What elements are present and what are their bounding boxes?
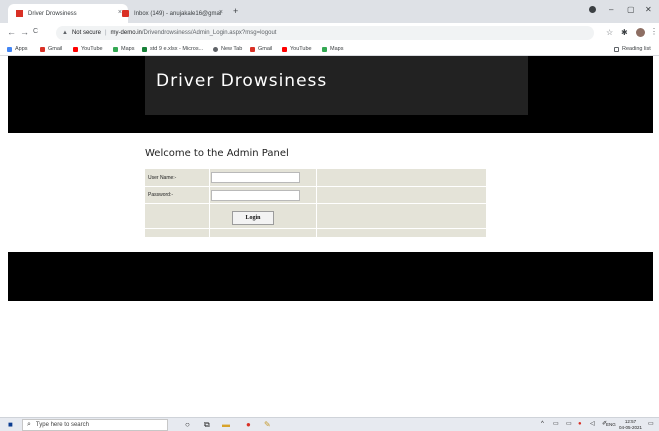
url-host: my-demo.in — [110, 30, 142, 36]
security-status: Not secure — [71, 30, 101, 36]
file-explorer-icon[interactable]: ▬ — [222, 420, 230, 429]
tray-app-icon[interactable]: ● — [578, 420, 582, 429]
new-tab-button[interactable]: + — [233, 6, 238, 16]
page-content: Driver Drowsiness Welcome to the Admin P… — [8, 56, 653, 418]
site-title: Driver Drowsiness — [156, 71, 328, 91]
search-icon: ⌕ — [27, 421, 31, 428]
bookmark-maps-2[interactable]: Maps — [322, 46, 343, 52]
browser-toolbar: ← → C ▲ Not secure | my-demo.in /Drivend… — [0, 23, 659, 43]
volume-icon[interactable]: ◁ — [590, 420, 595, 429]
bookmark-maps[interactable]: Maps — [113, 46, 134, 52]
notifications-icon[interactable]: ▭ — [648, 420, 654, 429]
site-footer — [8, 252, 653, 301]
tray-battery-icon[interactable]: ▭ — [566, 420, 572, 429]
youtube-icon — [282, 46, 287, 52]
excel-icon — [142, 46, 147, 52]
bookmark-gmail[interactable]: Gmail — [40, 46, 62, 52]
tray-chevron-icon[interactable]: ^ — [541, 420, 544, 429]
bookmark-gmail-2[interactable]: Gmail — [250, 46, 272, 52]
apps-grid-icon — [7, 46, 12, 52]
forward-button[interactable]: → — [20, 27, 29, 37]
site-favicon-icon — [16, 10, 23, 17]
back-button[interactable]: ← — [7, 27, 16, 37]
login-button[interactable]: Login — [232, 211, 274, 225]
bookmark-youtube-2[interactable]: YouTube — [282, 46, 312, 52]
username-label: User Name:- — [148, 175, 177, 181]
username-input[interactable] — [211, 172, 300, 183]
windows-start-icon[interactable]: ■ — [8, 420, 13, 429]
login-form: User Name:- Password:- Login — [145, 169, 486, 237]
tab-driver-drowsiness[interactable]: Driver Drowsiness × — [8, 4, 128, 23]
gmail-icon — [40, 46, 45, 52]
taskbar-clock[interactable]: 12:57 04-05-2021 — [619, 419, 642, 430]
bookmark-youtube[interactable]: YouTube — [73, 46, 103, 52]
search-placeholder: Type here to search — [35, 422, 89, 428]
tray-network-icon[interactable]: ▭ — [553, 420, 559, 429]
task-view-icon[interactable]: ⧉ — [204, 420, 210, 429]
bookmarks-bar: Apps Gmail YouTube Maps std 9 e.xlsx - M… — [0, 43, 659, 56]
minimize-button[interactable]: – — [609, 5, 613, 14]
maps-pin-icon — [322, 46, 327, 52]
tab-close-icon[interactable]: × — [219, 9, 223, 16]
bookmark-new-tab[interactable]: New Tab — [213, 46, 242, 52]
gmail-icon — [250, 46, 255, 52]
reload-button[interactable]: C — [33, 28, 38, 35]
globe-icon — [213, 46, 218, 52]
bookmark-star-icon[interactable]: ☆ — [606, 28, 613, 37]
language-indicator[interactable]: ENG — [606, 422, 616, 427]
password-input[interactable] — [211, 190, 300, 201]
welcome-heading: Welcome to the Admin Panel — [145, 148, 289, 159]
cortana-icon[interactable]: ○ — [185, 420, 190, 429]
reading-list-button[interactable]: Reading list — [614, 46, 651, 52]
avatar[interactable] — [636, 28, 645, 37]
close-window-button[interactable]: ✕ — [645, 5, 652, 14]
youtube-icon — [73, 46, 78, 52]
password-label: Password:- — [148, 192, 174, 198]
profile-icon[interactable] — [589, 6, 596, 13]
app-icon[interactable]: ✎ — [264, 420, 271, 429]
clock-date: 04-05-2021 — [619, 424, 643, 430]
bookmark-apps[interactable]: Apps — [7, 46, 28, 52]
site-header: Driver Drowsiness — [8, 56, 653, 133]
bookmark-excel[interactable]: std 9 e.xlsx - Micros... — [142, 46, 203, 52]
chrome-icon[interactable]: ● — [246, 420, 251, 429]
tab-title: Inbox (149) - anujakale16@gmai — [134, 10, 222, 17]
extensions-icon[interactable]: ✱ — [621, 28, 628, 37]
reading-list-icon — [614, 46, 619, 52]
menu-icon[interactable]: ⋮ — [650, 27, 658, 36]
tab-gmail-inbox[interactable]: Inbox (149) - anujakale16@gmai × — [112, 4, 229, 23]
maps-pin-icon — [113, 46, 118, 52]
windows-taskbar: ■ ⌕ Type here to search ○ ⧉ ▬ ● ✎ ^ ▭ ▭ … — [0, 417, 659, 431]
address-bar[interactable]: ▲ Not secure | my-demo.in /Drivendrowsin… — [56, 26, 594, 40]
url-path: /Drivendrowsiness/Admin_Login.aspx?msg=l… — [141, 30, 277, 36]
warning-icon: ▲ — [62, 30, 68, 36]
taskbar-search[interactable]: ⌕ Type here to search — [22, 419, 168, 431]
tab-title: Driver Drowsiness — [28, 10, 77, 17]
site-header-box: Driver Drowsiness — [145, 56, 528, 115]
gmail-icon — [122, 10, 129, 17]
maximize-button[interactable]: ▢ — [627, 5, 635, 14]
browser-tab-strip: Driver Drowsiness × Inbox (149) - anujak… — [0, 0, 659, 23]
